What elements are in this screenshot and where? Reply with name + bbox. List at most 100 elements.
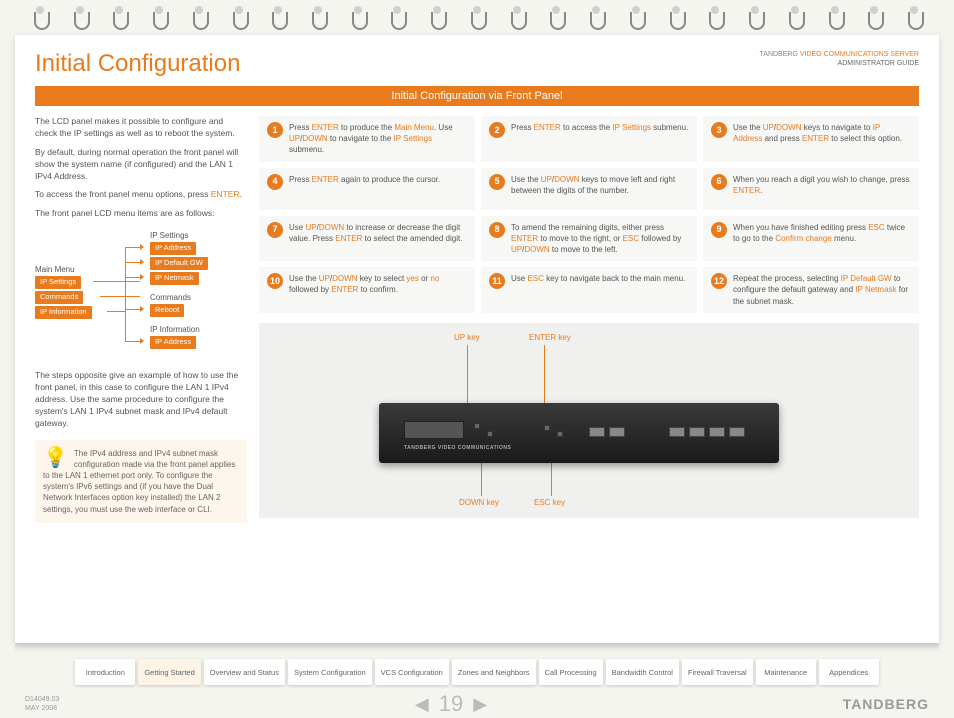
tree-ip-info-head: IP Information: [150, 324, 200, 335]
step-number: 10: [267, 273, 283, 289]
device-esc-btn: [557, 431, 563, 437]
step-text: Use ESC key to navigate back to the main…: [511, 273, 689, 307]
device-chassis: TANDBERG VIDEO COMMUNICATIONS: [379, 403, 779, 463]
header-brand: TANDBERG VIDEO COMMUNICATIONS SERVER ADM…: [760, 50, 919, 68]
step-1: 1 Press ENTER to produce the Main Menu. U…: [259, 116, 475, 162]
device-up-btn: [474, 423, 480, 429]
tip-text: The IPv4 address and IPv4 subnet mask co…: [43, 449, 235, 514]
step-3: 3 Use the UP/DOWN keys to navigate to IP …: [703, 116, 919, 162]
step-12: 12 Repeat the process, selecting IP Defau…: [703, 267, 919, 313]
tree-reboot: Reboot: [150, 304, 184, 317]
tree-ip-settings: IP Settings: [35, 276, 81, 289]
step-number: 7: [267, 222, 283, 238]
tab-maintenance[interactable]: Maintenance: [756, 659, 816, 685]
tab-vcs-configuration[interactable]: VCS Configuration: [375, 659, 449, 685]
device-lcd: [404, 421, 464, 439]
steps-grid: 1 Press ENTER to produce the Main Menu. U…: [259, 116, 919, 313]
step-number: 12: [711, 273, 727, 289]
step-text: Use the UP/DOWN keys to navigate to IP A…: [733, 122, 911, 156]
step-text: When you reach a digit you wish to chang…: [733, 174, 911, 204]
device-logo: TANDBERG VIDEO COMMUNICATIONS: [404, 445, 511, 451]
step-text: Press ENTER to produce the Main Menu. Us…: [289, 122, 467, 156]
step-2: 2 Press ENTER to access the IP Settings s…: [481, 116, 697, 162]
step-text: To amend the remaining digits, either pr…: [511, 222, 689, 256]
step-number: 3: [711, 122, 727, 138]
step-8: 8 To amend the remaining digits, either p…: [481, 216, 697, 262]
label-down-key: DOWN key: [459, 498, 499, 507]
tab-introduction[interactable]: Introduction: [75, 659, 135, 685]
subtitle-bar: Initial Configuration via Front Panel: [35, 86, 919, 106]
device-down-btn: [487, 431, 493, 437]
step-number: 5: [489, 174, 505, 190]
page-nav: ◀ 19 ▶: [415, 691, 487, 717]
page-title: Initial Configuration: [35, 50, 240, 78]
intro-p2: By default, during normal operation the …: [35, 147, 247, 183]
tab-bandwidth-control[interactable]: Bandwidth Control: [606, 659, 679, 685]
step-text: Use UP/DOWN to increase or decrease the …: [289, 222, 467, 256]
device-port: [669, 427, 685, 437]
device-port: [689, 427, 705, 437]
footer-brand: TANDBERG: [843, 696, 929, 712]
tree-ip-settings-head: IP Settings: [150, 230, 189, 241]
device-port: [589, 427, 605, 437]
tab-getting-started[interactable]: Getting Started: [138, 659, 200, 685]
right-column: 1 Press ENTER to produce the Main Menu. U…: [259, 116, 919, 523]
tree-ip-default-gw: IP Default GW: [150, 257, 208, 270]
step-5: 5 Use the UP/DOWN keys to move left and r…: [481, 168, 697, 210]
tree-commands: Commands: [35, 291, 83, 304]
tree-ip-information: IP Information: [35, 306, 92, 319]
nav-tabs: IntroductionGetting StartedOverview and …: [0, 659, 954, 685]
document-page: Initial Configuration TANDBERG VIDEO COM…: [15, 35, 939, 643]
tab-firewall-traversal[interactable]: Firewall Traversal: [682, 659, 753, 685]
step-number: 6: [711, 174, 727, 190]
next-page-arrow[interactable]: ▶: [473, 694, 487, 715]
label-esc-key: ESC key: [534, 498, 565, 507]
step-number: 2: [489, 122, 505, 138]
tab-zones-and-neighbors[interactable]: Zones and Neighbors: [452, 659, 536, 685]
tree-main-menu-label: Main Menu: [35, 264, 75, 275]
intro-p5: The steps opposite give an example of ho…: [35, 370, 247, 429]
step-text: Use the UP/DOWN key to select yes or no …: [289, 273, 467, 307]
step-9: 9When you have finished editing press ES…: [703, 216, 919, 262]
step-number: 1: [267, 122, 283, 138]
tab-call-processing[interactable]: Call Processing: [539, 659, 603, 685]
prev-page-arrow[interactable]: ◀: [415, 694, 429, 715]
page-number: 19: [439, 691, 463, 717]
intro-p3: To access the front panel menu options, …: [35, 189, 247, 201]
device-port: [729, 427, 745, 437]
tab-appendices[interactable]: Appendices: [819, 659, 879, 685]
step-number: 11: [489, 273, 505, 289]
left-column: The LCD panel makes it possible to confi…: [35, 116, 247, 523]
step-text: Press ENTER again to produce the cursor.: [289, 174, 467, 204]
step-6: 6 When you reach a digit you wish to chan…: [703, 168, 919, 210]
step-11: 11 Use ESC key to navigate back to the ma…: [481, 267, 697, 313]
step-number: 9: [711, 222, 727, 238]
step-text: Press ENTER to access the IP Settings su…: [511, 122, 689, 156]
footer-meta: D14049.03 MAY 2008: [25, 695, 59, 713]
tree-ip-netmask: IP Netmask: [150, 272, 199, 285]
footer: D14049.03 MAY 2008 ◀ 19 ▶ TANDBERG: [0, 685, 954, 717]
step-4: 4 Press ENTER again to produce the cursor…: [259, 168, 475, 210]
step-number: 8: [489, 222, 505, 238]
step-number: 4: [267, 174, 283, 190]
lightbulb-icon: 💡: [43, 448, 68, 468]
tab-overview-and-status[interactable]: Overview and Status: [204, 659, 285, 685]
tab-system-configuration[interactable]: System Configuration: [288, 659, 372, 685]
tree-commands-head: Commands: [150, 292, 191, 303]
label-up-key: UP key: [454, 333, 480, 342]
step-text: Repeat the process, selecting IP Default…: [733, 273, 911, 307]
tree-ip-address2: IP Address: [150, 336, 196, 349]
label-enter-key: ENTER key: [529, 333, 571, 342]
device-port: [609, 427, 625, 437]
tip-box: 💡 The IPv4 address and IPv4 subnet mask …: [35, 440, 247, 523]
spiral-binding: [0, 0, 954, 35]
device-port: [709, 427, 725, 437]
step-7: 7 Use UP/DOWN to increase or decrease the…: [259, 216, 475, 262]
device-diagram: UP key ENTER key DOWN key ESC key TANDBE…: [259, 323, 919, 518]
step-10: 10 Use the UP/DOWN key to select yes or n…: [259, 267, 475, 313]
device-enter-btn: [544, 425, 550, 431]
menu-tree: Main Menu IP Settings Commands IP Inform…: [35, 230, 247, 360]
step-text: Use the UP/DOWN keys to move left and ri…: [511, 174, 689, 204]
tree-ip-address: IP Address: [150, 242, 196, 255]
intro-p1: The LCD panel makes it possible to confi…: [35, 116, 247, 140]
